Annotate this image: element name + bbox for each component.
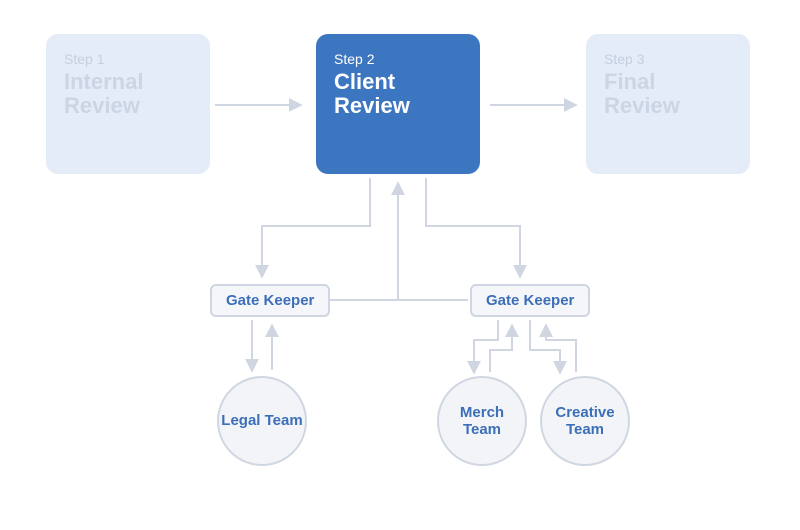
gatekeeper-2: Gate Keeper	[470, 284, 590, 317]
team-merch-label: Merch Team	[439, 404, 525, 439]
team-creative-label: Creative Team	[542, 404, 628, 439]
team-merch: Merch Team	[437, 376, 527, 466]
step-3-label: Step 3	[604, 50, 732, 68]
team-creative: Creative Team	[540, 376, 630, 466]
step-1-title: Internal Review	[64, 70, 192, 118]
step-2-box: Step 2 Client Review	[316, 34, 480, 174]
step-1-label: Step 1	[64, 50, 192, 68]
step-3-title: Final Review	[604, 70, 732, 118]
gatekeeper-2-label: Gate Keeper	[486, 292, 574, 309]
gatekeeper-1-label: Gate Keeper	[226, 292, 314, 309]
step-2-title: Client Review	[334, 70, 462, 118]
team-legal: Legal Team	[217, 376, 307, 466]
team-legal-label: Legal Team	[221, 412, 302, 429]
step-1-box: Step 1 Internal Review	[46, 34, 210, 174]
step-3-box: Step 3 Final Review	[586, 34, 750, 174]
gatekeeper-1: Gate Keeper	[210, 284, 330, 317]
step-2-label: Step 2	[334, 50, 462, 68]
